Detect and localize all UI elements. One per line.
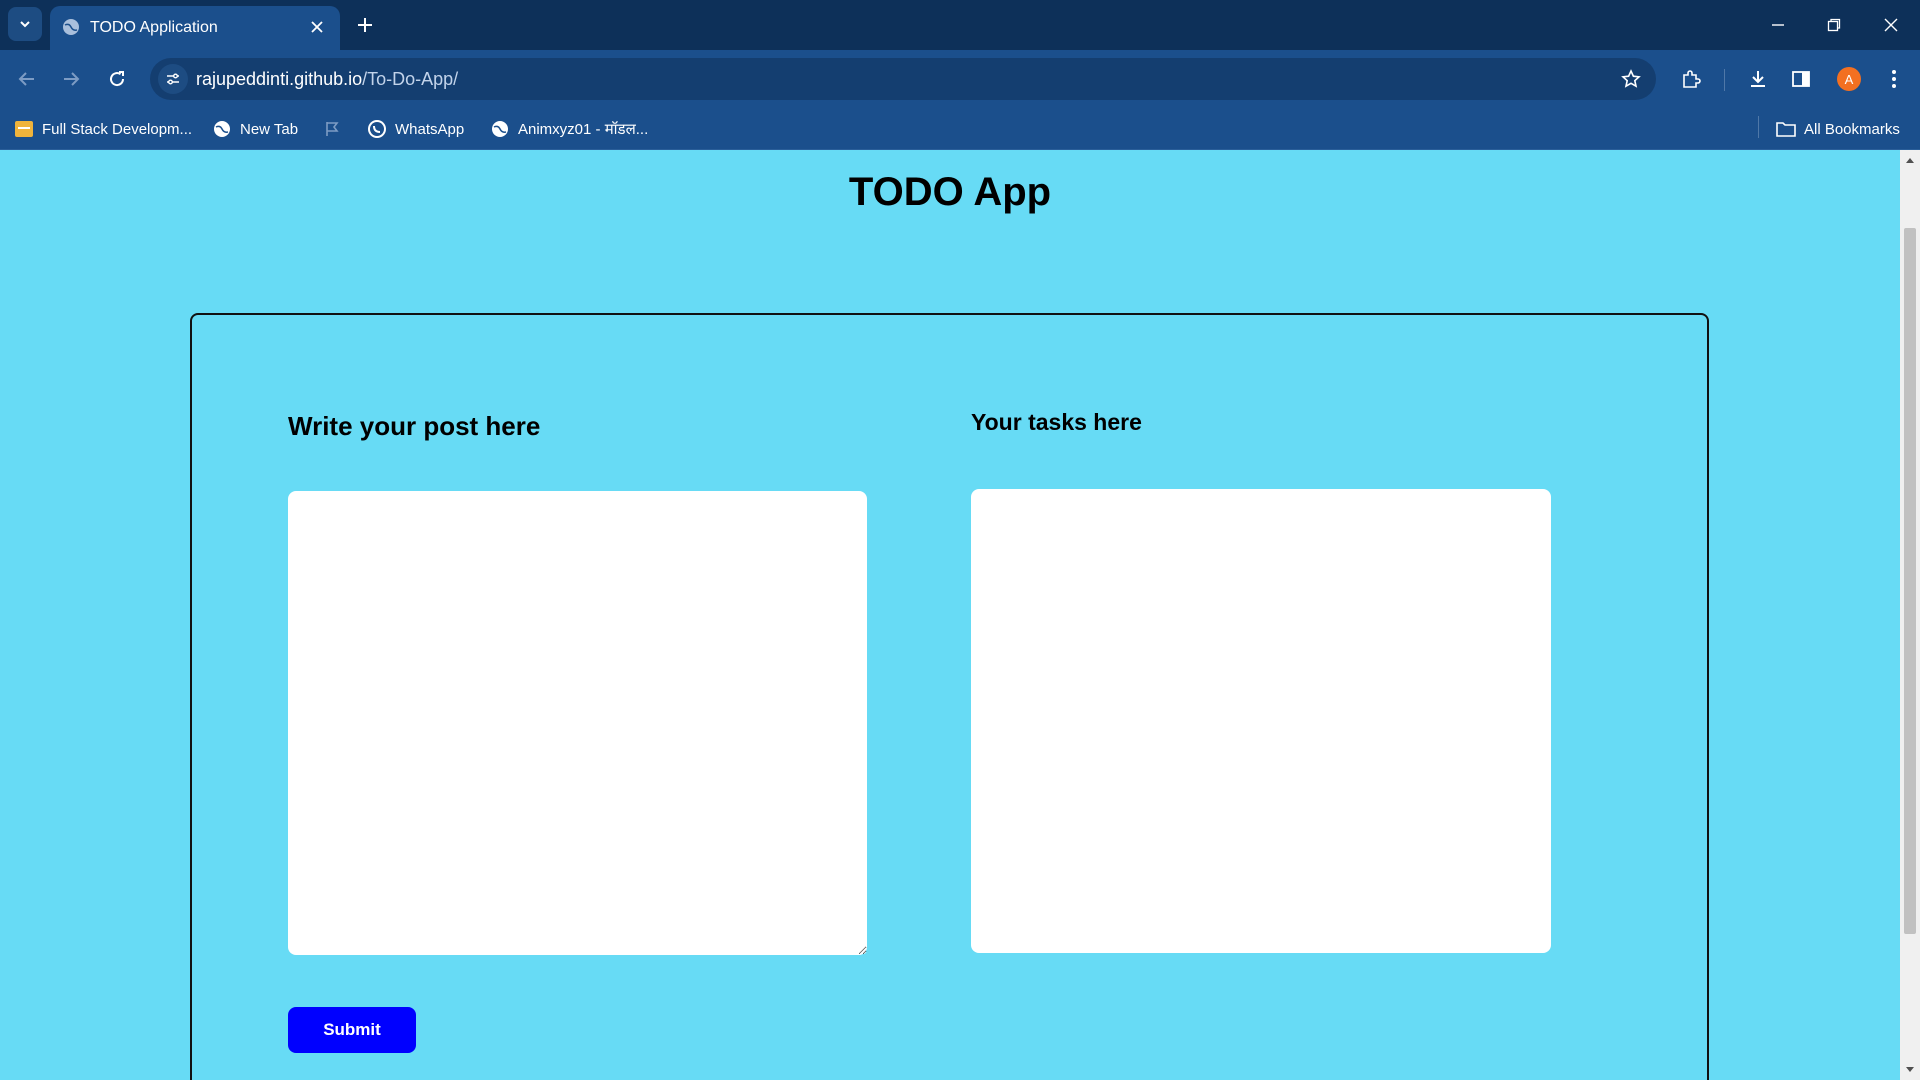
restore-icon[interactable] [1819,10,1849,40]
profile-avatar[interactable]: A [1837,67,1861,91]
bookmark-animxyz[interactable]: Animxyz01 - मॉडल... [490,118,648,140]
url-host: rajupeddinti.github.io [196,69,363,89]
globe-icon [490,119,510,139]
reload-icon[interactable] [102,64,132,94]
scrollbar-thumb[interactable] [1904,228,1916,934]
bookmark-label: Animxyz01 - मॉडल... [518,121,649,138]
todo-card: Write your post here Your tasks here Sub… [190,313,1709,1080]
bookmark-whatsapp[interactable]: WhatsApp [367,118,464,140]
bookmark-label: WhatsApp [395,120,465,138]
address-bar[interactable]: rajupeddinti.github.io/To-Do-App/ [150,58,1656,100]
url-text: rajupeddinti.github.io/To-Do-App/ [196,69,458,89]
close-tab-icon[interactable] [308,18,326,36]
close-window-icon[interactable] [1876,10,1906,40]
post-textarea[interactable] [288,491,867,955]
scroll-up-arrow-icon[interactable] [1900,152,1920,168]
page-scrollbar[interactable] [1900,150,1920,1080]
bookmark-full-stack[interactable]: Full Stack Developm... [14,118,192,140]
tab-title: TODO Application [90,19,218,36]
tab-search-chevron-down-icon[interactable] [8,7,42,41]
scroll-down-arrow-icon[interactable] [1900,1062,1920,1078]
site-settings-icon[interactable] [158,64,188,94]
tasks-heading: Your tasks here [971,409,1142,435]
minimize-icon[interactable] [1763,10,1793,40]
bookmark-flag[interactable] [322,118,350,140]
tasks-list [971,489,1551,953]
page-viewport: TODO App Write your post here Your tasks… [0,150,1900,1080]
bookmark-new-tab[interactable]: New Tab [212,118,298,140]
tab-bar: TODO Application [0,0,1920,50]
bookmark-label: New Tab [240,120,299,138]
submit-button[interactable]: Submit [288,1007,416,1053]
bookmarks-divider [1758,116,1759,138]
forward-arrow-icon[interactable] [56,64,86,94]
globe-icon [212,119,232,139]
download-icon[interactable] [1743,64,1773,94]
all-bookmarks[interactable]: All Bookmarks [1776,118,1900,140]
all-bookmarks-label: All Bookmarks [1804,120,1900,138]
url-path: /To-Do-App/ [362,69,459,89]
side-panel-icon[interactable] [1786,64,1816,94]
more-menu-icon[interactable] [1879,64,1909,94]
page-title: TODO App [848,170,1052,214]
bookmark-label: Full Stack Developm... [42,120,193,138]
bookmarks-bar: Full Stack Developm... New Tab WhatsApp … [0,108,1920,150]
post-heading: Write your post here [288,411,541,441]
tab-todo-application[interactable]: TODO Application [50,6,340,50]
browser-toolbar: rajupeddinti.github.io/To-Do-App/ [0,50,1920,108]
extensions-puzzle-icon[interactable] [1676,64,1706,94]
new-tab-plus-icon[interactable] [352,12,378,38]
bookmark-star-icon[interactable] [1620,68,1642,90]
globe-icon [62,18,80,36]
flag-icon [322,119,342,139]
toolbar-divider [1724,69,1725,91]
back-arrow-icon[interactable] [12,64,42,94]
folder-bookmark-icon [14,119,34,139]
whatsapp-icon [367,119,387,139]
folder-icon [1776,119,1796,139]
